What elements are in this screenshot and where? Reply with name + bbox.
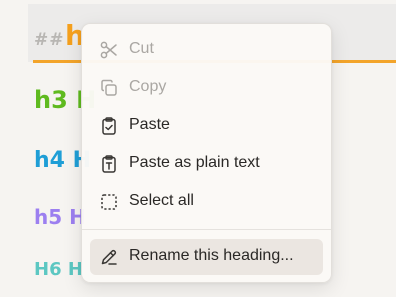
select-all-icon: [101, 194, 117, 210]
menu-item-label: Copy: [129, 78, 167, 95]
clipboard-text-icon: [102, 155, 116, 173]
menu-item-paste[interactable]: Paste: [90, 108, 323, 144]
scissors-icon: [100, 41, 117, 59]
menu-item-select-all[interactable]: Select all: [90, 184, 323, 220]
menu-item-label: Cut: [129, 40, 154, 57]
heading-marker: ##: [34, 30, 65, 50]
editor-page: ## h h3 H h4 H h5 H H6 H Cut Copy Paste …: [0, 0, 396, 297]
menu-separator: [82, 229, 331, 230]
heading-6[interactable]: H6 H: [34, 259, 83, 280]
menu-item-label: Paste: [129, 116, 170, 133]
copy-icon: [101, 79, 117, 96]
menu-item-rename-heading[interactable]: Rename this heading...: [90, 239, 323, 275]
context-menu: Cut Copy Paste Paste as plain text Selec…: [81, 23, 332, 283]
menu-item-label: Select all: [129, 192, 194, 209]
pencil-icon: [101, 249, 117, 265]
menu-item-cut[interactable]: Cut: [90, 32, 323, 68]
menu-item-label: Rename this heading...: [129, 247, 294, 264]
clipboard-check-icon: [102, 117, 116, 135]
heading-5[interactable]: h5 H: [34, 205, 86, 229]
menu-item-copy[interactable]: Copy: [90, 70, 323, 106]
menu-item-paste-plain[interactable]: Paste as plain text: [90, 146, 323, 182]
menu-item-label: Paste as plain text: [129, 154, 260, 171]
